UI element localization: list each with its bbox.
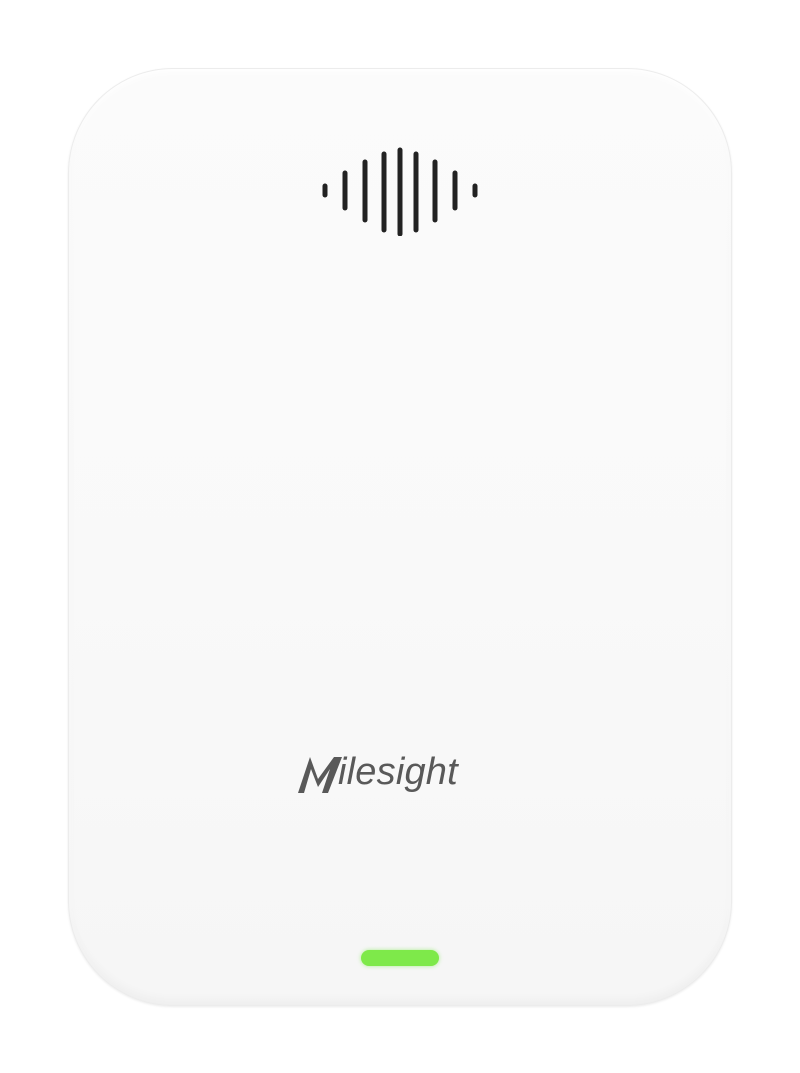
sound-wave-icon — [322, 147, 478, 236]
brand-name-text: ilesight — [338, 751, 458, 793]
status-led-indicator — [361, 950, 439, 966]
milesight-logo: ilesight — [296, 745, 518, 801]
milesight-logo-mark — [298, 757, 342, 793]
product-photo: ilesight — [0, 0, 800, 1073]
